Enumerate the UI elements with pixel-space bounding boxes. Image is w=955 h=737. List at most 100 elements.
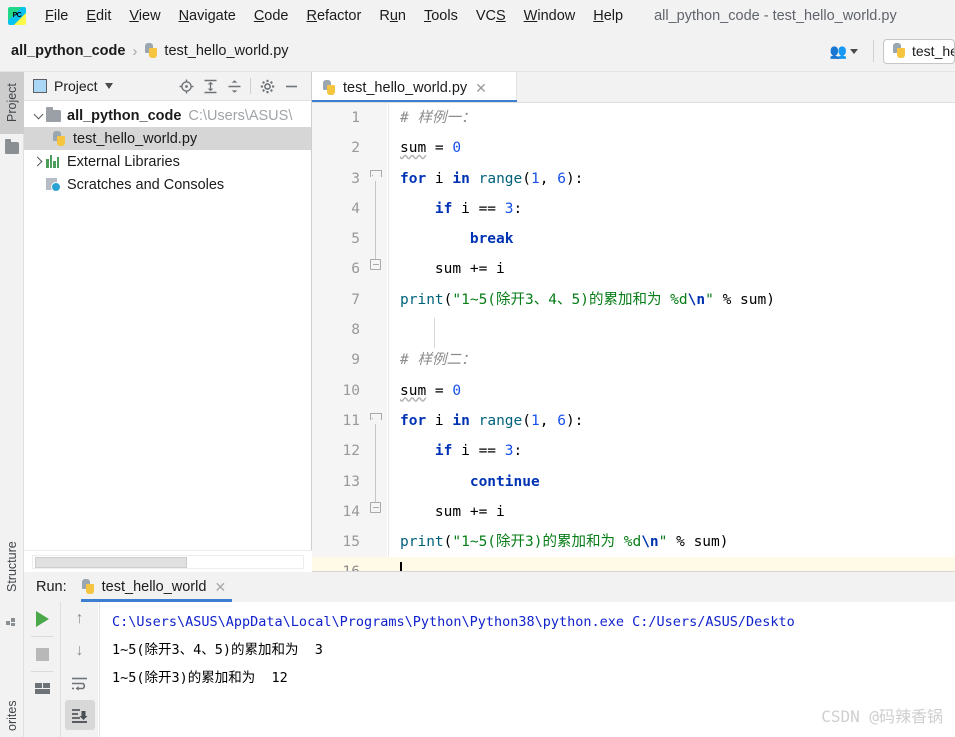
console-output[interactable]: C:\Users\ASUS\AppData\Local\Programs\Pyt…: [99, 602, 955, 737]
close-icon[interactable]: ✕: [214, 580, 226, 594]
code-editor[interactable]: 1 # 样例一： 2 sum = 0 3 for i in range(1, 6): …: [312, 103, 955, 572]
tree-row-label: External Libraries: [67, 153, 180, 170]
person-icon[interactable]: 👥: [824, 41, 864, 61]
horizontal-scrollbar[interactable]: [32, 554, 304, 569]
arrow-up-icon: ↑: [75, 610, 84, 627]
console-line-command: C:\Users\ASUS\AppData\Local\Programs\Pyt…: [112, 614, 795, 630]
folder-icon: [5, 139, 19, 154]
divider: [31, 671, 53, 672]
editor-area: test_hello_world.py ✕ 1 # 样例一： 2 sum = 0…: [312, 72, 955, 572]
menu-item-navigate[interactable]: Navigate: [170, 4, 245, 28]
soft-wrap-button[interactable]: [65, 668, 95, 698]
menu-item-tools[interactable]: Tools: [415, 4, 467, 28]
python-file-icon: [322, 79, 337, 96]
watermark: CSDN @码辣香锅: [821, 707, 943, 726]
menu-item-code[interactable]: Code: [245, 4, 298, 28]
code-line: 8: [351, 322, 360, 339]
scroll-to-end-button[interactable]: [64, 700, 95, 730]
menu-item-window[interactable]: Window: [515, 4, 585, 28]
stop-button[interactable]: [27, 639, 57, 669]
run-tool-window: Run: test_hello_world ✕ ↑ ↓ C:\Users\ASU…: [24, 572, 955, 737]
stop-icon: [35, 647, 49, 661]
menu-item-help[interactable]: Help: [584, 4, 632, 28]
project-window-icon: [33, 79, 47, 93]
prev-occurrence-button[interactable]: ↑: [65, 604, 95, 634]
pycharm-window: File Edit View Navigate Code Refactor Ru…: [0, 0, 955, 737]
left-tool-strip: Project Structure orites: [0, 72, 24, 737]
twisty-collapsed-icon[interactable]: [30, 157, 46, 166]
editor-tab-label: test_hello_world.py: [343, 79, 468, 96]
rerun-button[interactable]: [27, 604, 57, 634]
editor-tab-strip: test_hello_world.py ✕: [312, 72, 955, 103]
tree-row-label: test_hello_world.py: [73, 130, 198, 147]
scroll-to-end-icon: [72, 708, 88, 723]
expand-all-icon[interactable]: [198, 74, 222, 98]
code-lines: 1 # 样例一： 2 sum = 0 3 for i in range(1, 6): …: [312, 103, 955, 572]
soft-wrap-icon: [72, 677, 87, 691]
menu-item-run[interactable]: Run: [370, 4, 415, 28]
pycharm-logo-icon: [8, 6, 26, 25]
navbar-right-controls: 👥 test_he: [824, 31, 955, 71]
scrollbar-thumb[interactable]: [35, 556, 187, 568]
code-line: 14 sum += i: [342, 503, 505, 520]
python-file-icon: [892, 43, 907, 59]
close-icon[interactable]: ✕: [475, 81, 487, 95]
project-panel-header: Project: [24, 72, 311, 101]
menu-item-edit[interactable]: Edit: [77, 4, 120, 28]
collapse-all-icon[interactable]: [222, 74, 246, 98]
code-line: 12 if i == 3:: [342, 443, 523, 460]
menu-bar: File Edit View Navigate Code Refactor Ru…: [0, 0, 955, 31]
next-occurrence-button[interactable]: ↓: [65, 636, 95, 666]
divider: [31, 636, 53, 637]
breadcrumb-file[interactable]: test_hello_world.py: [144, 43, 289, 59]
tree-row-path: C:\Users\ASUS\: [188, 107, 293, 124]
tree-row-test-hello-world[interactable]: test_hello_world.py: [24, 127, 311, 150]
code-line: 2 sum = 0: [351, 140, 462, 157]
tree-row-scratches-and-consoles[interactable]: Scratches and Consoles: [24, 173, 311, 196]
code-line: 5 break: [351, 231, 514, 248]
run-panel-header: Run: test_hello_world ✕: [24, 572, 955, 602]
console-line-output: 1~5(除开3、4、5)的累加和为 3: [112, 642, 323, 658]
layout-icon: [34, 683, 50, 695]
project-panel-title[interactable]: Project: [54, 78, 98, 94]
locate-icon[interactable]: [174, 74, 198, 98]
run-panel-toolbar-left: [24, 602, 60, 737]
menu-item-refactor[interactable]: Refactor: [298, 4, 371, 28]
sidebar-tab-structure[interactable]: Structure: [0, 527, 24, 607]
structure-icon: [6, 615, 19, 626]
python-file-icon: [81, 579, 96, 595]
run-panel-body: ↑ ↓ C:\Users\ASUS\AppData\Local\Programs…: [24, 602, 955, 737]
code-line: 1 # 样例一：: [351, 110, 476, 126]
menu-item-vcs[interactable]: VCS: [467, 4, 515, 28]
console-line-output: 1~5(除开3)的累加和为 12: [112, 670, 288, 686]
settings-gear-icon[interactable]: [255, 74, 279, 98]
chevron-down-icon[interactable]: [104, 83, 113, 89]
navigation-bar: all_python_code › test_hello_world.py 👥 …: [0, 31, 955, 72]
layout-button[interactable]: [27, 674, 57, 704]
breadcrumb-root[interactable]: all_python_code: [11, 43, 125, 59]
breadcrumb-separator: ›: [132, 42, 138, 60]
sidebar-tab-project[interactable]: Project: [0, 72, 24, 134]
play-icon: [35, 611, 49, 627]
run-panel-label: Run:: [36, 579, 67, 595]
libraries-icon: [46, 155, 61, 168]
tree-row-all-python-code[interactable]: all_python_code C:\Users\ASUS\: [24, 104, 311, 127]
folder-icon: [46, 106, 61, 122]
code-line: 6 sum += i: [351, 261, 505, 278]
code-line: 13 continue: [342, 473, 540, 490]
tree-row-label: Scratches and Consoles: [67, 176, 225, 193]
python-file-icon: [52, 130, 67, 147]
menu-item-view[interactable]: View: [120, 4, 169, 28]
run-configuration-label: test_he: [912, 43, 955, 59]
hide-panel-icon[interactable]: [279, 74, 303, 98]
chevron-down-icon: [850, 48, 858, 54]
twisty-expanded-icon[interactable]: [30, 111, 46, 120]
run-configuration-selector[interactable]: test_he: [883, 38, 955, 64]
run-tab-test-hello-world[interactable]: test_hello_world ✕: [80, 572, 233, 602]
sidebar-tab-favorites[interactable]: orites: [0, 687, 24, 737]
menu-item-file[interactable]: File: [36, 4, 77, 28]
tree-row-label: all_python_code: [67, 107, 182, 124]
editor-tab-test-hello-world[interactable]: test_hello_world.py ✕: [312, 72, 517, 103]
tree-row-external-libraries[interactable]: External Libraries: [24, 150, 311, 173]
arrow-down-icon: ↓: [75, 642, 84, 659]
